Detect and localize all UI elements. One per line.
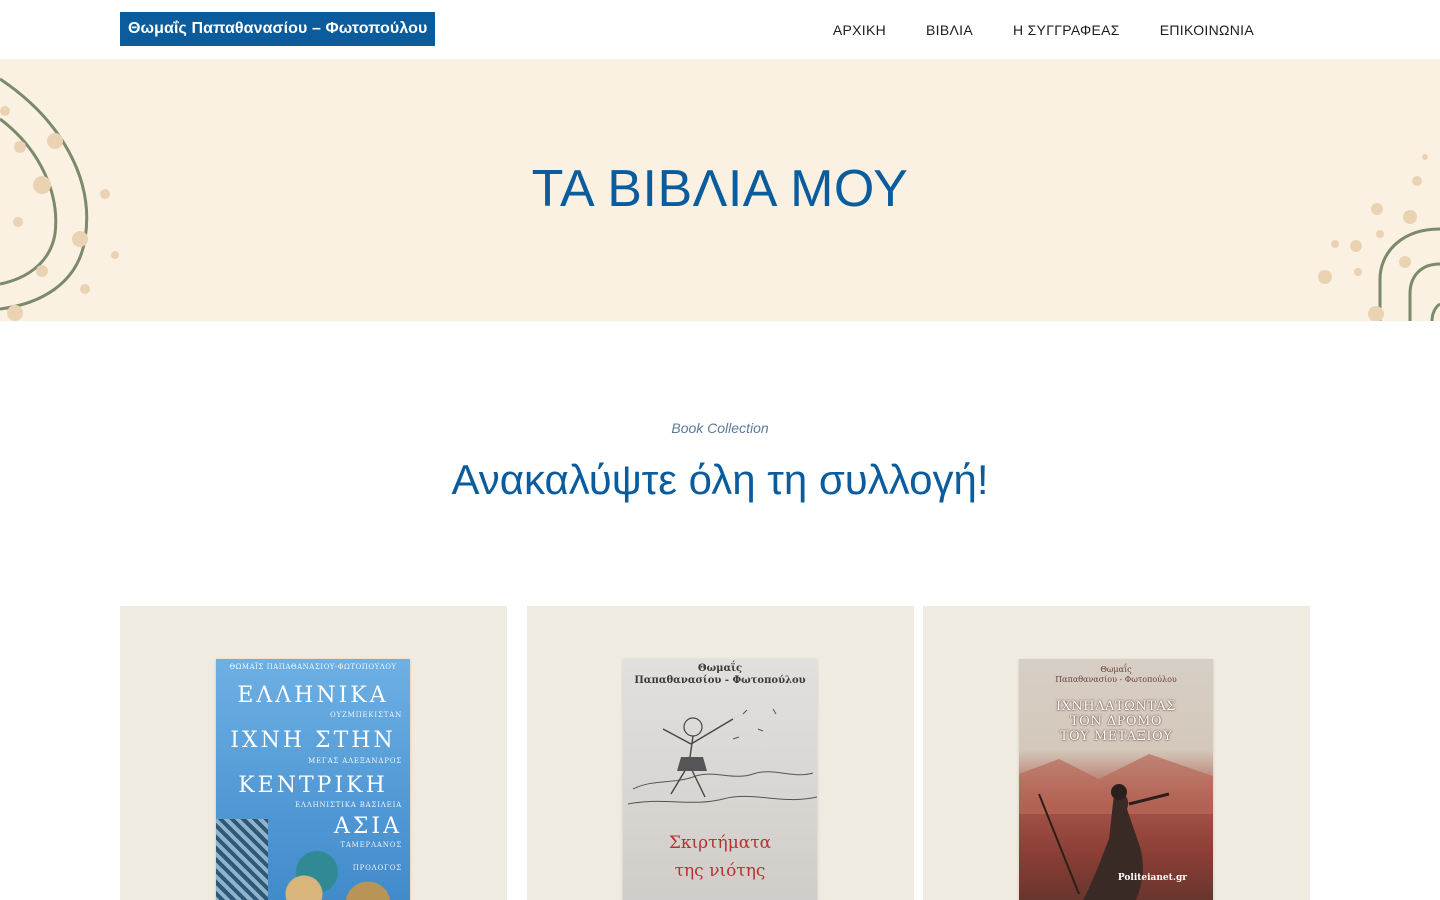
nav-item-author[interactable]: Η ΣΥΓΓΡΑΦΕΑΣ <box>1013 22 1120 38</box>
cover-title-line: της νιότης <box>674 861 766 881</box>
cover-author: Θωμαΐς Παπαθανασίου - Φωτοπούλου <box>623 663 817 687</box>
cover-author-first: Θωμαΐς <box>697 663 743 674</box>
cover-subtitle: ΕΛΛΗΝΙΣΤΙΚΑ ΒΑΣΙΛΕΙΑ <box>294 801 402 809</box>
cover-foreword: ΠΡΟΛΟΓΟΣ <box>352 864 402 872</box>
book-card[interactable]: ΘΩΜΑΪΣ ΠΑΠΑΘΑΝΑΣΙΟΥ-ΦΩΤΟΠΟΥΛΟΥ ΕΛΛΗΝΙΚΑ … <box>120 606 507 900</box>
nav-item-contact[interactable]: ΕΠΙΚΟΙΝΩΝΙΑ <box>1160 22 1254 38</box>
page-title: ΤΑ ΒΙΒΛΙΑ ΜΟΥ <box>531 160 909 218</box>
collection-intro: Book Collection Ανακαλύψτε όλη τη συλλογ… <box>0 420 1440 504</box>
cover-title-line: ΕΛΛΗΝΙΚΑ <box>237 683 389 708</box>
section-tagline: Book Collection <box>671 420 769 436</box>
cover-trees-art <box>256 874 410 900</box>
book-cover-image[interactable]: ΘΩΜΑΪΣ ΠΑΠΑΘΑΝΑΣΙΟΥ-ΦΩΤΟΠΟΥΛΟΥ ΕΛΛΗΝΙΚΑ … <box>216 659 410 900</box>
cover-title-line: ΙΧΝΗ ΣΤΗΝ <box>230 728 396 753</box>
cover-subtitle: ΜΕΓΑΣ ΑΛΕΞΑΝΔΡΟΣ <box>308 757 402 765</box>
section-heading: Ανακαλύψτε όλη τη συλλογή! <box>451 456 989 503</box>
nav-item-home[interactable]: ΑΡΧΙΚΗ <box>833 22 886 38</box>
cover-title: Σκιρτήματα της νιότης <box>623 829 817 885</box>
cover-subtitle: ΟΥΖΜΠΕΚΙΣΤΑΝ <box>330 711 402 719</box>
book-grid: ΘΩΜΑΪΣ ΠΑΠΑΘΑΝΑΣΙΟΥ-ΦΩΤΟΠΟΥΛΟΥ ΕΛΛΗΝΙΚΑ … <box>120 606 1330 900</box>
book-cover-image[interactable]: Θωμαΐς Παπαθανασίου - Φωτοπούλου ΙΧΝΗΛΑΤ… <box>1019 659 1213 900</box>
cover-publisher: Politeianet.gr <box>1117 873 1187 883</box>
cover-author: ΘΩΜΑΪΣ ΠΑΠΑΘΑΝΑΣΙΟΥ-ΦΩΤΟΠΟΥΛΟΥ <box>229 663 397 671</box>
site-logo[interactable]: Θωμαΐς Παπαθανασίου – Φωτοπούλου <box>120 12 436 46</box>
book-card[interactable]: Θωμαΐς Παπαθανασίου - Φωτοπούλου Σκιρτήμ… <box>527 606 914 900</box>
decorative-swirl-right <box>1318 154 1440 321</box>
cover-author-last: Παπαθανασίου - Φωτοπούλου <box>634 675 806 686</box>
nav-item-books[interactable]: ΒΙΒΛΙΑ <box>926 22 973 38</box>
cover-author-first: Θωμαΐς <box>1100 665 1132 674</box>
site-header: Θωμαΐς Παπαθανασίου – Φωτοπούλου ΑΡΧΙΚΗ … <box>0 0 1440 59</box>
book-cover-image[interactable]: Θωμαΐς Παπαθανασίου - Φωτοπούλου Σκιρτήμ… <box>623 659 817 900</box>
cover-sketch-illustration <box>627 708 817 805</box>
main-nav: ΑΡΧΙΚΗ ΒΙΒΛΙΑ Η ΣΥΓΓΡΑΦΕΑΣ ΕΠΙΚΟΙΝΩΝΙΑ <box>833 0 1254 59</box>
cover-title-line: ΚΕΝΤΡΙΚΗ <box>238 773 388 798</box>
cover-title-line: ΙΧΝΗΛΑΤΩΝΤΑΣ <box>1056 699 1176 714</box>
cover-title: ΙΧΝΗΛΑΤΩΝΤΑΣ ΤΟΝ ΔΡΟΜΟ ΤΟΥ ΜΕΤΑΞΙΟΥ <box>1019 699 1213 744</box>
hero-banner: ΤΑ ΒΙΒΛΙΑ ΜΟΥ <box>0 59 1440 321</box>
book-card[interactable]: Θωμαΐς Παπαθανασίου - Φωτοπούλου ΙΧΝΗΛΑΤ… <box>923 606 1310 900</box>
cover-title-line: ΤΟΥ ΜΕΤΑΞΙΟΥ <box>1059 729 1173 744</box>
cover-title-line: ΤΟΝ ΔΡΟΜΟ <box>1069 714 1163 729</box>
cover-author-last: Παπαθανασίου - Φωτοπούλου <box>1055 675 1177 684</box>
cover-author: Θωμαΐς Παπαθανασίου - Φωτοπούλου <box>1019 665 1213 685</box>
cover-title-line: Σκιρτήματα <box>668 833 772 853</box>
cover-subtitle: ΤΑΜΕΡΛΑΝΟΣ <box>340 841 402 849</box>
